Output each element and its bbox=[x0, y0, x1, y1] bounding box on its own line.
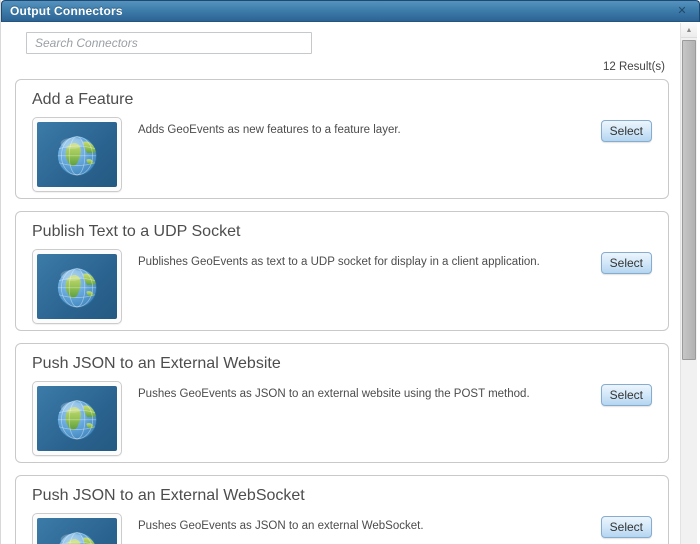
connector-title: Push JSON to an External Website bbox=[32, 355, 281, 372]
select-button[interactable]: Select bbox=[600, 384, 652, 406]
scrollbar-thumb[interactable] bbox=[682, 40, 696, 360]
dialog-body: 12 Result(s) Add a Feature Adds GeoEvent… bbox=[1, 22, 700, 544]
connector-description: Pushes GeoEvents as JSON to an external … bbox=[138, 388, 530, 400]
select-button[interactable]: Select bbox=[600, 252, 652, 274]
close-icon[interactable]: ✕ bbox=[675, 4, 689, 18]
select-button[interactable]: Select bbox=[600, 516, 652, 538]
connector-thumbnail bbox=[32, 513, 122, 544]
search-input[interactable] bbox=[26, 32, 312, 54]
connector-description: Adds GeoEvents as new features to a feat… bbox=[138, 124, 401, 136]
connector-title: Push JSON to an External WebSocket bbox=[32, 487, 305, 504]
connector-description: Pushes GeoEvents as JSON to an external … bbox=[138, 520, 424, 532]
globe-icon bbox=[52, 394, 102, 444]
connector-thumbnail bbox=[32, 117, 122, 192]
connector-thumbnail bbox=[32, 381, 122, 456]
connector-title: Publish Text to a UDP Socket bbox=[32, 223, 241, 240]
connector-card-publish-text-udp: Publish Text to a UDP Socket Publishes G… bbox=[15, 211, 669, 331]
connector-title: Add a Feature bbox=[32, 91, 134, 108]
dialog-titlebar: Output Connectors ✕ bbox=[1, 0, 700, 22]
scroll-up-arrow-icon[interactable]: ▲ bbox=[681, 23, 697, 38]
scrollbar[interactable]: ▲ bbox=[680, 23, 697, 544]
results-count: 12 Result(s) bbox=[603, 61, 665, 73]
globe-icon bbox=[52, 262, 102, 312]
output-connectors-dialog: Output Connectors ✕ 12 Result(s) Add a F… bbox=[0, 0, 700, 544]
connector-list: Add a Feature Adds GeoEvents as new feat… bbox=[15, 79, 669, 544]
connector-card-push-json-website: Push JSON to an External Website Pushes … bbox=[15, 343, 669, 463]
select-button[interactable]: Select bbox=[600, 120, 652, 142]
globe-icon bbox=[52, 130, 102, 180]
connector-card-push-json-websocket: Push JSON to an External WebSocket Pushe… bbox=[15, 475, 669, 544]
globe-icon bbox=[52, 526, 102, 544]
connector-thumbnail bbox=[32, 249, 122, 324]
connector-description: Publishes GeoEvents as text to a UDP soc… bbox=[138, 256, 540, 268]
connector-card-add-a-feature: Add a Feature Adds GeoEvents as new feat… bbox=[15, 79, 669, 199]
dialog-title: Output Connectors bbox=[10, 4, 123, 18]
